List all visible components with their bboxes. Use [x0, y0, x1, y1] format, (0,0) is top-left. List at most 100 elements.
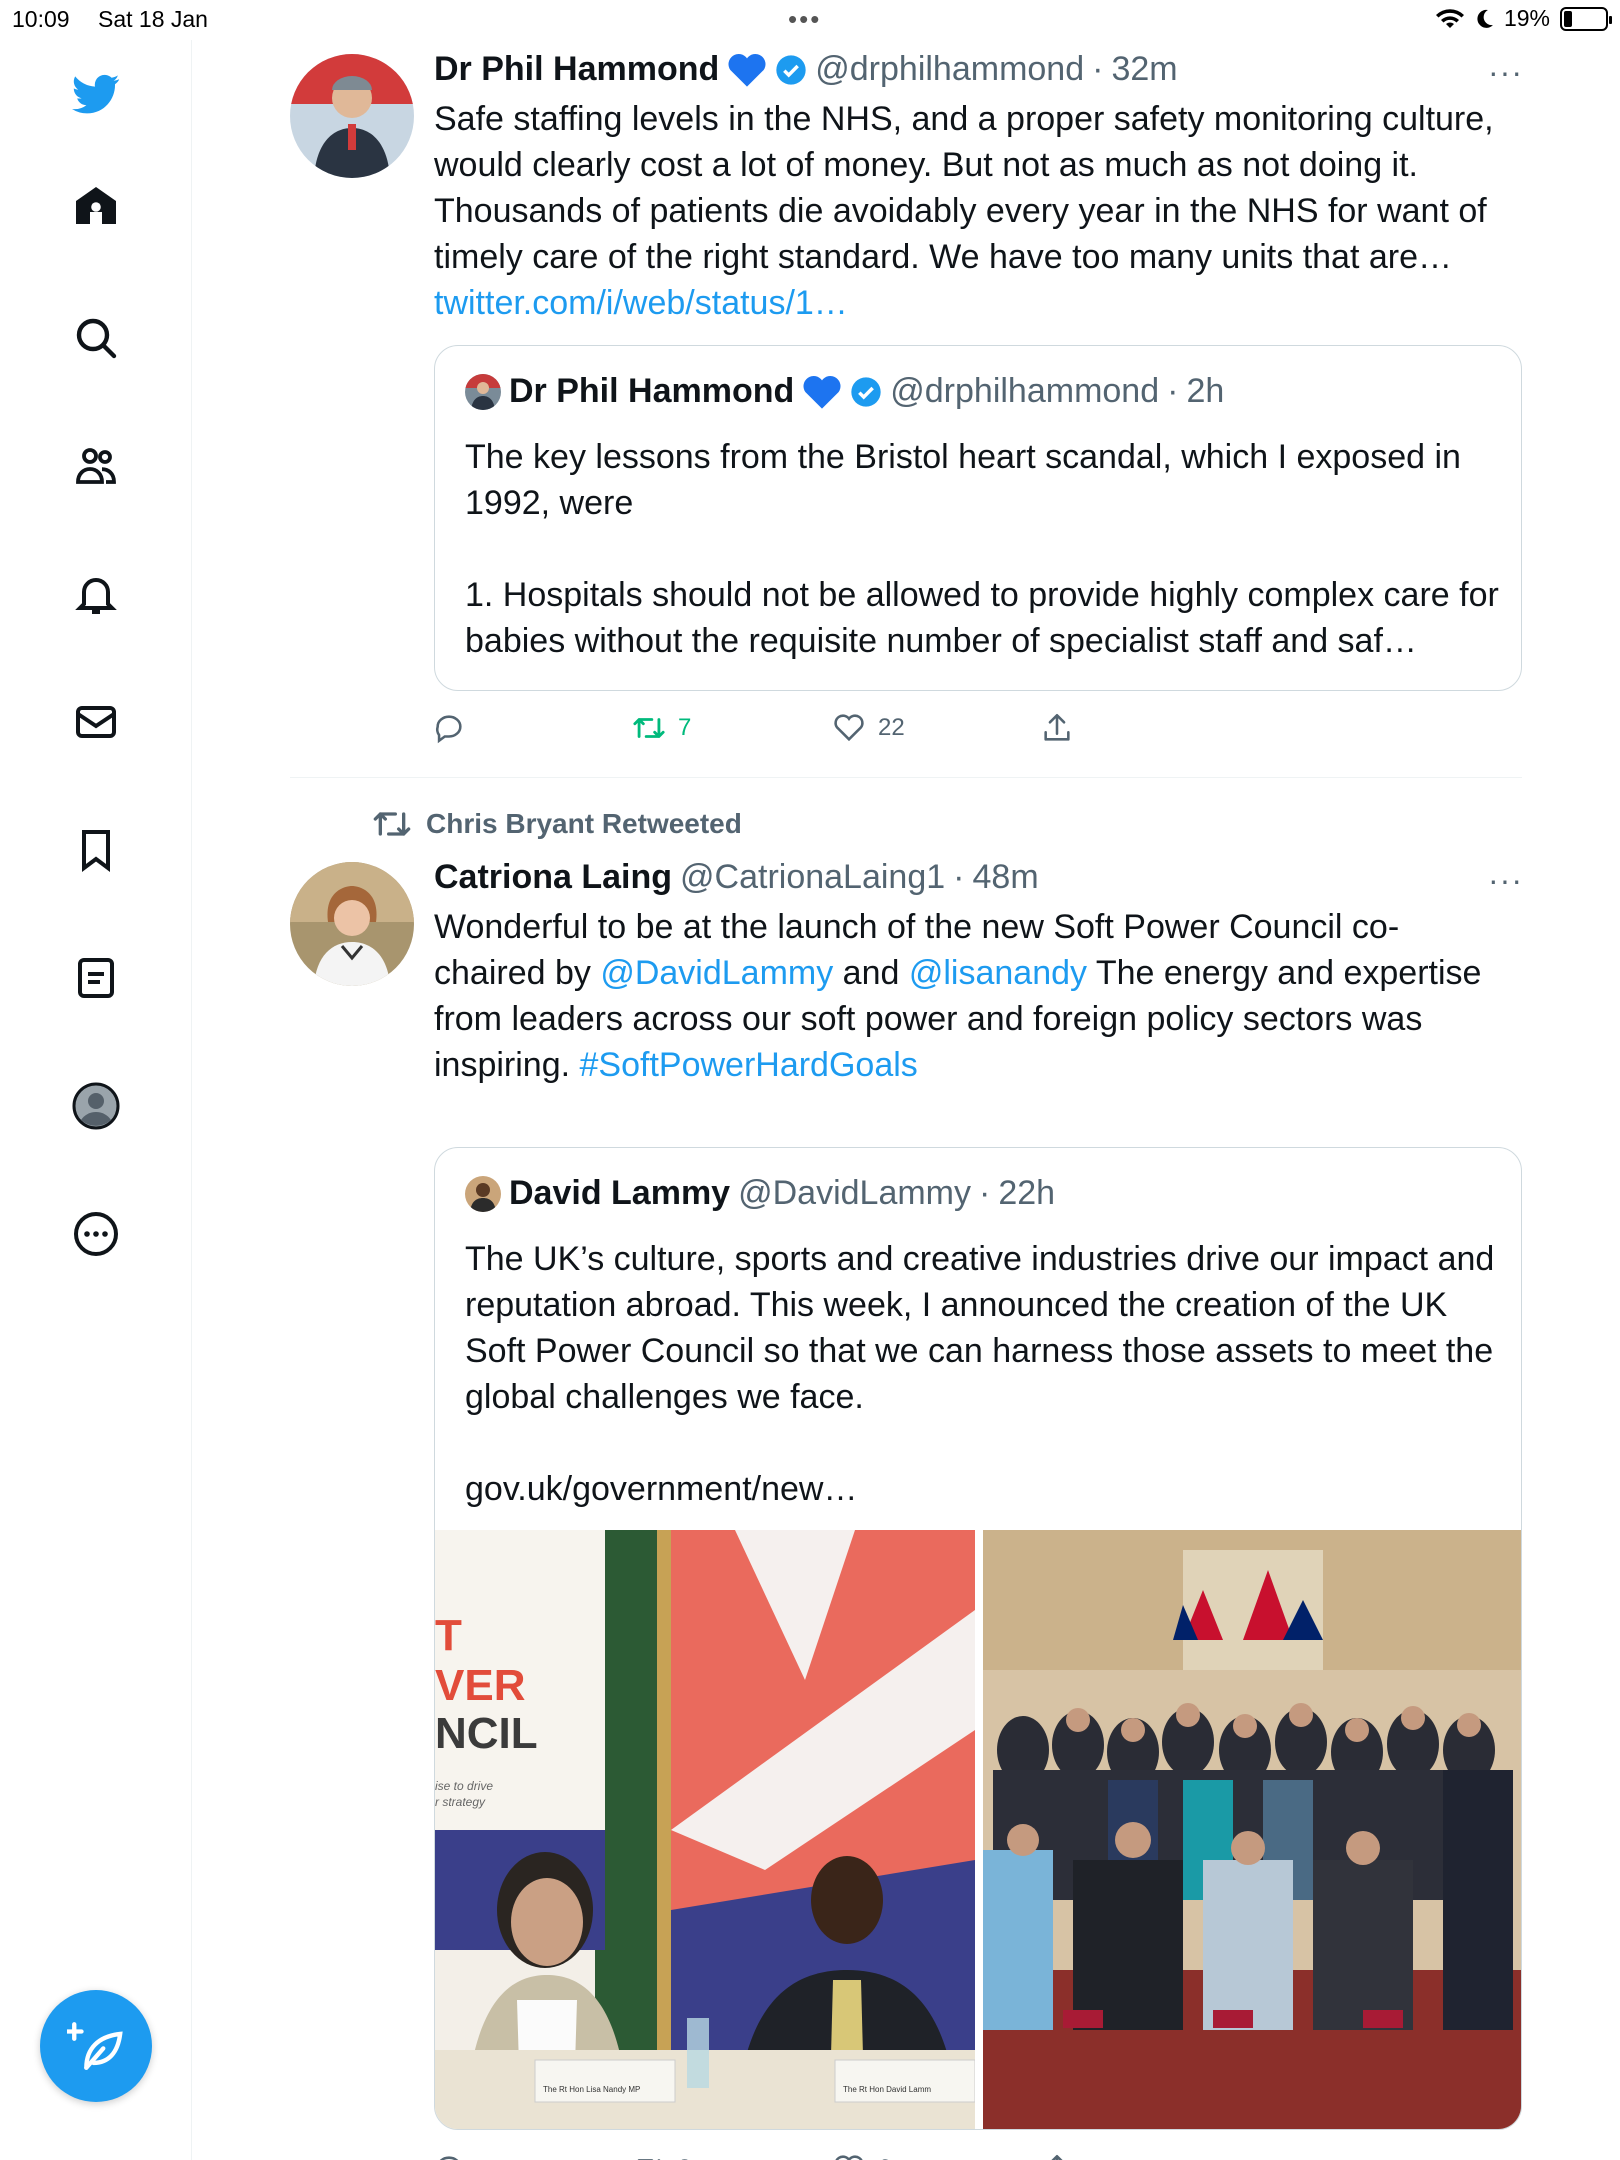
- tweet-text: Safe staffing levels in the NHS, and a p…: [434, 96, 1504, 326]
- retweet-icon: [373, 812, 411, 836]
- quote-avatar: [465, 1175, 501, 1212]
- avatar[interactable]: [290, 54, 414, 178]
- like-count: 22: [878, 714, 905, 741]
- tweet-header: Dr Phil Hammond @drphilhammond · 32m: [434, 50, 1178, 89]
- tweet-link[interactable]: twitter.com/i/web/status/1…: [434, 284, 848, 322]
- status-date: Sat 18 Jan: [98, 6, 208, 32]
- separator-dot: ·: [953, 858, 965, 896]
- banner-text-line3: NCIL: [435, 1709, 538, 1758]
- more-options-icon[interactable]: ···: [1488, 54, 1523, 91]
- tweet-header: Catriona Laing @CatrionaLaing1 · 48m: [434, 858, 1039, 897]
- quote-header: Dr Phil Hammond @drphilhammond · 2h: [465, 372, 1224, 411]
- moon-icon: [1477, 9, 1493, 28]
- status-time: 10:09: [12, 6, 70, 32]
- quote-image-1[interactable]: T VER NCIL ise to drive r strategy The R…: [435, 1530, 975, 2129]
- notifications-bell-icon[interactable]: [68, 566, 124, 622]
- sidebar: [0, 40, 192, 2160]
- mention-link[interactable]: @lisanandy: [909, 954, 1087, 992]
- reply-icon: [439, 2156, 459, 2160]
- avatar[interactable]: [290, 862, 414, 986]
- retweet-button[interactable]: 7: [632, 711, 691, 745]
- wifi-icon: [1435, 8, 1464, 28]
- quoted-tweet[interactable]: David Lammy @DavidLammy · 22h The UK’s cul…: [434, 1147, 1522, 2130]
- tweet-time[interactable]: 32m: [1111, 50, 1177, 89]
- quote-author-name: Dr Phil Hammond: [509, 372, 795, 410]
- retweet-count: 7: [678, 714, 692, 741]
- bookmark-icon[interactable]: [68, 822, 124, 878]
- compose-tweet-button[interactable]: [40, 1990, 152, 2102]
- verified-badge-icon[interactable]: [775, 54, 807, 86]
- hashtag-link[interactable]: #SoftPowerHardGoals: [580, 1046, 918, 1084]
- messages-envelope-icon[interactable]: [68, 694, 124, 750]
- retweeted-by[interactable]: Chris Bryant Retweeted: [372, 804, 742, 844]
- retweeted-by-label: Chris Bryant Retweeted: [426, 808, 742, 839]
- lists-icon[interactable]: [68, 950, 124, 1006]
- quote-author-name: David Lammy: [509, 1174, 731, 1212]
- quote-text-p2: gov.uk/government/new…: [465, 1470, 858, 1508]
- profile-icon[interactable]: [68, 1078, 124, 1134]
- quote-time: 22h: [998, 1174, 1056, 1212]
- tweet-time[interactable]: 48m: [973, 858, 1039, 897]
- quote-author-handle: @drphilhammond: [890, 372, 1160, 410]
- share-icon: [1051, 2154, 1063, 2160]
- reply-button[interactable]: [432, 711, 466, 745]
- mention-link[interactable]: @DavidLammy: [600, 954, 833, 992]
- status-bar: 10:09 Sat 18 Jan ••• 19%: [0, 0, 1620, 40]
- reply-icon: [436, 715, 462, 744]
- author-handle[interactable]: @drphilhammond: [815, 50, 1084, 89]
- heart-icon: [835, 2155, 863, 2160]
- compose-feather-icon: [67, 2022, 123, 2070]
- separator-dot: ·: [979, 1174, 991, 1212]
- blue-heart-icon: [728, 53, 766, 87]
- retweet-button[interactable]: 3: [632, 2152, 691, 2160]
- tweet-divider: [290, 777, 1522, 778]
- banner-text-line1: T: [435, 1611, 462, 1660]
- retweet-icon: [637, 2159, 661, 2160]
- status-right: 19%: [1435, 5, 1612, 32]
- quote-author-handle: @DavidLammy: [738, 1174, 971, 1212]
- banner-small-2: r strategy: [435, 1795, 486, 1809]
- quote-text: The key lessons from the Bristol heart s…: [465, 434, 1505, 664]
- tweet-text: Wonderful to be at the launch of the new…: [434, 904, 1504, 1088]
- separator-dot: ·: [1092, 50, 1104, 88]
- communities-icon[interactable]: [68, 438, 124, 494]
- quote-text-p2: 1. Hospitals should not be allowed to pr…: [465, 576, 1499, 660]
- banner-text-line2: VER: [435, 1661, 525, 1710]
- nameplate-2: The Rt Hon David Lamm: [843, 2085, 931, 2094]
- verified-badge-icon: [851, 376, 881, 407]
- quote-text-p1: The key lessons from the Bristol heart s…: [465, 438, 1461, 522]
- blue-heart-icon: [803, 375, 841, 409]
- quote-image-2[interactable]: [983, 1530, 1521, 2129]
- battery-icon: [1560, 6, 1612, 31]
- tweet-2[interactable]: Chris Bryant Retweeted Catriona Laing @C…: [192, 800, 1522, 2160]
- like-button[interactable]: 22: [832, 711, 905, 745]
- like-count: 6: [878, 2155, 891, 2160]
- tweet-body: Safe staffing levels in the NHS, and a p…: [434, 100, 1494, 276]
- share-icon: [1044, 713, 1070, 741]
- multitasking-dots-icon[interactable]: •••: [788, 4, 821, 35]
- quoted-tweet[interactable]: Dr Phil Hammond @drphilhammond · 2h The ke…: [434, 345, 1522, 691]
- reply-button[interactable]: [432, 2152, 466, 2160]
- more-options-icon[interactable]: ···: [1488, 862, 1523, 899]
- quote-text: The UK’s culture, sports and creative in…: [465, 1236, 1505, 1512]
- share-button[interactable]: [1040, 711, 1074, 745]
- retweet-count: 3: [678, 2155, 691, 2160]
- quote-time: 2h: [1186, 372, 1225, 410]
- tweet-1[interactable]: Dr Phil Hammond @drphilhammond · 32m ··· S…: [192, 40, 1522, 780]
- like-button[interactable]: 6: [832, 2152, 891, 2160]
- nameplate-1: The Rt Hon Lisa Nandy MP: [543, 2085, 640, 2094]
- separator-dot: ·: [1167, 372, 1179, 410]
- heart-icon: [834, 714, 864, 742]
- author-name[interactable]: Dr Phil Hammond: [434, 50, 719, 89]
- twitter-bird-icon[interactable]: [68, 66, 124, 122]
- author-handle[interactable]: @CatrionaLaing1: [680, 858, 945, 897]
- share-button[interactable]: [1040, 2152, 1074, 2160]
- more-circle-icon[interactable]: [68, 1206, 124, 1262]
- home-icon[interactable]: [68, 178, 124, 234]
- quote-header: David Lammy @DavidLammy · 22h: [465, 1174, 1055, 1213]
- battery-percent: 19%: [1503, 5, 1550, 31]
- quote-avatar: [465, 373, 501, 410]
- author-name[interactable]: Catriona Laing: [434, 858, 672, 897]
- banner-small-1: ise to drive: [435, 1779, 493, 1793]
- search-icon[interactable]: [68, 310, 124, 366]
